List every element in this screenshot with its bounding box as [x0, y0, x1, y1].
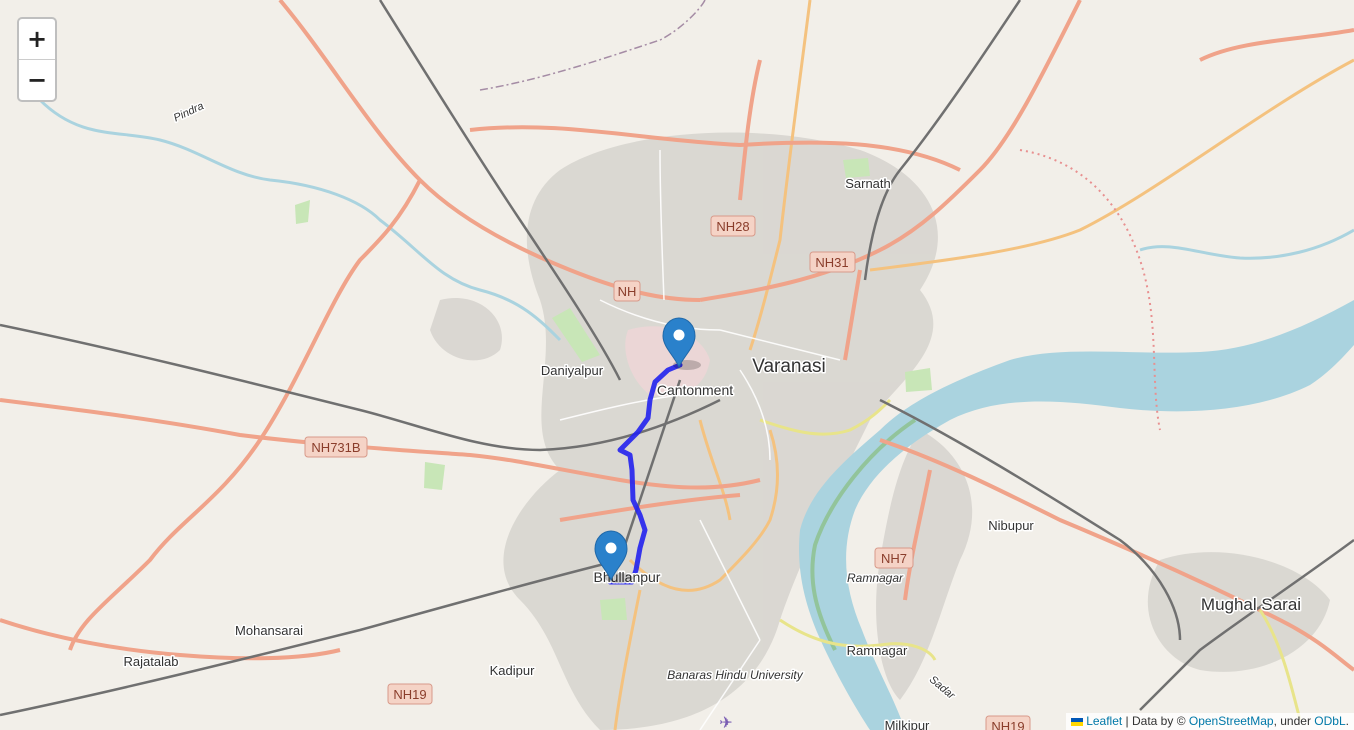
- attribution-end: .: [1345, 714, 1349, 728]
- svg-text:NH: NH: [618, 284, 637, 299]
- map-tiles: NH28 NH31 NH NH731B NH7 NH19 NH19 Varana…: [0, 0, 1354, 730]
- attribution-under: , under: [1273, 714, 1315, 728]
- airport-icon: ✈: [719, 713, 732, 730]
- label-kadipur: Kadipur: [490, 663, 535, 678]
- zoom-in-button[interactable]: +: [19, 19, 55, 60]
- admin-line: [479, 0, 706, 91]
- label-nibupur: Nibupur: [988, 518, 1034, 533]
- shield-nh7: NH7: [874, 547, 914, 569]
- label-daniyalpur: Daniyalpur: [541, 363, 604, 378]
- label-sadar: Sadar: [927, 674, 958, 703]
- label-mohansarai: Mohansarai: [235, 623, 303, 638]
- svg-text:NH7: NH7: [881, 551, 907, 566]
- label-rajatalab: Rajatalab: [124, 654, 179, 669]
- shield-nh: NH: [613, 280, 641, 302]
- shield-nh19-right: NH19: [985, 715, 1031, 730]
- svg-text:NH731B: NH731B: [311, 440, 360, 455]
- label-cantonment: Cantonment: [657, 382, 733, 398]
- label-mughal-sarai: Mughal Sarai: [1201, 595, 1301, 614]
- svg-text:NH19: NH19: [393, 687, 426, 702]
- label-milkipur: Milkipur: [885, 718, 930, 730]
- svg-text:NH31: NH31: [815, 255, 848, 270]
- ukraine-flag-icon: [1071, 717, 1084, 726]
- shield-nh19-left: NH19: [387, 683, 433, 705]
- label-varanasi: Varanasi: [752, 356, 826, 377]
- label-ramnagar-italic: Ramnagar: [847, 571, 904, 585]
- shield-nh731b: NH731B: [304, 436, 368, 458]
- zoom-control: + −: [17, 17, 57, 102]
- east-river: [1139, 228, 1354, 260]
- label-sarnath: Sarnath: [845, 176, 891, 191]
- shield-nh31: NH31: [809, 251, 856, 273]
- shield-nh28: NH28: [710, 215, 756, 237]
- label-bhu: Banaras Hindu University: [667, 668, 803, 682]
- label-pindra: Pindra: [172, 100, 206, 124]
- attribution-separator: | Data by ©: [1122, 714, 1189, 728]
- label-ramnagar: Ramnagar: [847, 643, 908, 658]
- leaflet-link[interactable]: Leaflet: [1086, 714, 1122, 728]
- svg-text:NH28: NH28: [716, 219, 749, 234]
- svg-text:NH19: NH19: [991, 719, 1024, 730]
- osm-link[interactable]: OpenStreetMap: [1189, 714, 1274, 728]
- zoom-out-button[interactable]: −: [19, 60, 55, 100]
- attribution-bar: Leaflet | Data by © OpenStreetMap, under…: [1066, 713, 1354, 730]
- odbl-link[interactable]: ODbL: [1314, 714, 1345, 728]
- map-canvas[interactable]: NH28 NH31 NH NH731B NH7 NH19 NH19 Varana…: [0, 0, 1354, 730]
